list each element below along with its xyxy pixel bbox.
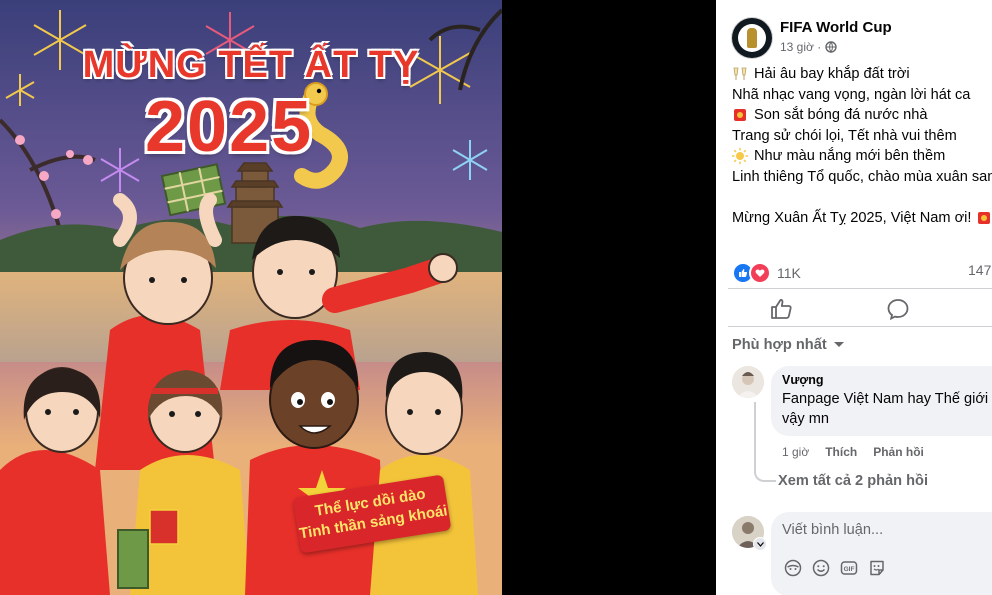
post-line-text: Son sắt bóng đá nước nhà	[754, 107, 928, 123]
comment-count[interactable]: 147	[968, 262, 991, 278]
comment-like-link[interactable]: Thích	[825, 445, 857, 459]
post-line-4: Trang sử chói lọi, Tết nhà vui thêm	[732, 126, 992, 147]
avatar-sticker-button[interactable]	[783, 558, 803, 578]
comment-text: Fanpage Việt Nam hay Thế giới vậy mn	[782, 391, 989, 427]
sort-label: Phù hợp nhất	[732, 337, 827, 353]
comment-button[interactable]	[886, 298, 914, 322]
page-name-link[interactable]: FIFA World Cup	[780, 19, 892, 36]
post-line-3: Son sắt bóng đá nước nhà	[732, 105, 992, 126]
reaction-summary[interactable]: 11K	[732, 262, 801, 284]
thumbs-up-icon	[771, 299, 792, 319]
comment-author[interactable]: Vượng	[782, 373, 824, 387]
post-line-text: Trang sử chói lọi, Tết nhà vui thêm	[732, 127, 957, 144]
divider	[728, 288, 992, 289]
image-year: 2025	[145, 87, 314, 167]
comment-time[interactable]: 1 giờ	[782, 445, 809, 459]
svg-text:GIF: GIF	[844, 566, 855, 573]
comment-bubble-icon	[887, 299, 909, 321]
post-line-2: Nhã nhạc vang vọng, ngàn lời hát ca	[732, 85, 992, 106]
sticker-button[interactable]	[867, 558, 887, 578]
emoji-button[interactable]	[811, 558, 831, 578]
post-line-8: Mừng Xuân Ất Tỵ 2025, Việt Nam ơi!	[732, 208, 992, 229]
post-line-5: Như màu nắng mới bên thềm	[732, 146, 992, 167]
profile-switch-chevron-icon[interactable]	[753, 537, 767, 551]
gif-icon: GIF	[840, 561, 858, 575]
post-line-6: Linh thiêng Tổ quốc, chào mùa xuân sang	[732, 167, 992, 188]
cheers-icon	[733, 67, 747, 81]
post-line-text: Linh thiêng Tổ quốc, chào mùa xuân sang	[732, 168, 992, 185]
post-line-1: Hải âu bay khắp đất trời	[732, 64, 992, 85]
post-line-text: Như màu nắng mới bên thềm	[754, 148, 946, 164]
divider	[728, 326, 992, 327]
comment-input[interactable]	[782, 522, 982, 538]
page-avatar[interactable]	[732, 18, 772, 58]
image-title: MỪNG TẾT ẤT TỴ	[82, 44, 420, 86]
post-line-text: Hải âu bay khắp đất trời	[754, 66, 910, 82]
red-envelope-icon	[734, 109, 746, 122]
post-side-panel: FIFA World Cup 13 giờ · Hải âu bay khắp …	[716, 0, 992, 595]
comment-actions: 1 giờ Thích Phản hồi	[782, 445, 924, 459]
globe-icon[interactable]	[825, 41, 837, 53]
avatar-sticker-icon	[784, 559, 802, 577]
like-button[interactable]	[770, 298, 798, 322]
post-image[interactable]: MỪNG TẾT ẤT TỴ 2025 Thể lực dồi dào Tinh…	[0, 0, 502, 595]
gif-button[interactable]: GIF	[839, 558, 859, 578]
post-text: Hải âu bay khắp đất trời Nhã nhạc vang v…	[732, 64, 992, 228]
post-meta: 13 giờ ·	[780, 40, 837, 54]
trophy-icon	[747, 28, 757, 48]
comment-reply-link[interactable]: Phản hồi	[873, 445, 924, 459]
chevron-down-icon	[833, 342, 844, 347]
sun-icon	[732, 148, 748, 165]
smiley-icon	[812, 559, 830, 577]
view-all-replies-link[interactable]: Xem tất cả 2 phản hồi	[778, 473, 928, 489]
reaction-count: 11K	[777, 265, 801, 281]
comment-sort-dropdown[interactable]: Phù hợp nhất	[732, 337, 845, 353]
commenter-avatar[interactable]	[732, 366, 764, 398]
love-reaction-icon	[749, 262, 771, 284]
post-line-text: Nhã nhạc vang vọng, ngàn lời hát ca	[732, 86, 971, 103]
post-line-text: Mừng Xuân Ất Tỵ 2025, Việt Nam ơi!	[732, 209, 972, 226]
sticker-icon	[870, 560, 884, 576]
red-envelope-icon	[978, 211, 991, 224]
post-timestamp[interactable]: 13 giờ ·	[780, 40, 821, 54]
